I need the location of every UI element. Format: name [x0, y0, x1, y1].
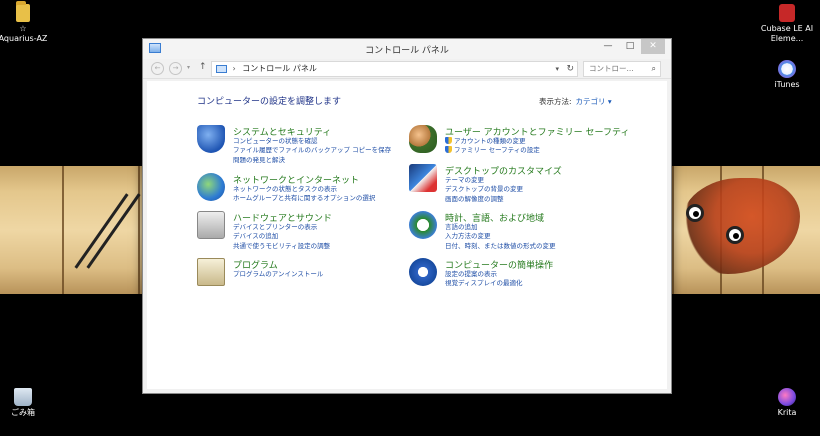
- category-link[interactable]: ネットワークの状態とタスクの表示: [233, 185, 375, 194]
- up-button[interactable]: ↑: [199, 62, 207, 72]
- window-title: コントロール パネル: [365, 46, 449, 56]
- view-by-dropdown[interactable]: カテゴリ ▾: [576, 97, 612, 106]
- close-button[interactable]: ✕: [641, 39, 665, 54]
- control-panel-icon: [216, 64, 227, 73]
- printer-icon[interactable]: [197, 211, 225, 239]
- refresh-icon[interactable]: ↻: [566, 62, 574, 76]
- category-link[interactable]: ファミリー セーフティの設定: [445, 146, 540, 155]
- desktop-icon-cubase[interactable]: Cubase LE AI Eleme...: [752, 4, 820, 44]
- ease-of-access-icon[interactable]: [409, 258, 437, 286]
- desktop-icon-label: iTunes: [774, 80, 800, 89]
- desktop-icon-recycle-bin[interactable]: ごみ箱: [0, 388, 58, 418]
- category-link[interactable]: 共通で使うモビリティ設定の調整: [233, 242, 330, 251]
- search-placeholder: コントロー...: [589, 64, 634, 73]
- desktop-icon-label: Krita: [777, 408, 797, 417]
- appearance-icon[interactable]: [409, 164, 437, 192]
- view-by: 表示方法: カテゴリ ▾: [539, 96, 612, 107]
- uac-shield-icon: [445, 137, 452, 144]
- chevron-down-icon[interactable]: ▾: [555, 62, 559, 76]
- recycle-bin-icon: [14, 388, 32, 406]
- title-bar[interactable]: コントロール パネル — □ ✕: [143, 39, 671, 59]
- desktop-icon-aquarius[interactable]: ☆ Aquarius-AZ: [0, 1, 58, 44]
- search-icon[interactable]: ⌕: [652, 62, 656, 76]
- desktop-icon-itunes[interactable]: iTunes: [752, 60, 820, 90]
- itunes-icon: [778, 60, 796, 78]
- category-link[interactable]: デバイスの追加: [233, 232, 330, 241]
- category-link[interactable]: 言語の追加: [445, 223, 556, 232]
- search-input[interactable]: コントロー... ⌕: [583, 61, 661, 77]
- breadcrumb-separator[interactable]: ›: [233, 64, 236, 73]
- view-by-label: 表示方法:: [539, 97, 572, 106]
- shield-icon[interactable]: [197, 125, 225, 153]
- folder-icon: [16, 1, 30, 22]
- programs-icon[interactable]: [197, 258, 225, 286]
- desktop-icon-label: Aquarius-AZ: [0, 34, 48, 43]
- category-link[interactable]: プログラムのアンインストール: [233, 270, 323, 279]
- recent-locations-dropdown[interactable]: ▾: [187, 64, 190, 71]
- category-link[interactable]: デバイスとプリンターの表示: [233, 223, 330, 232]
- users-icon[interactable]: [409, 125, 437, 153]
- category-link[interactable]: アカウントの種類の変更: [445, 137, 540, 146]
- control-panel-window: コントロール パネル — □ ✕ ← → ▾ ↑ › コントロール パネル ▾ …: [142, 38, 672, 394]
- address-field[interactable]: › コントロール パネル ▾ ↻: [211, 61, 578, 77]
- category-link[interactable]: 問題の発見と解決: [233, 156, 391, 165]
- desktop-icon-label: ごみ箱: [11, 408, 35, 417]
- category-link[interactable]: 画面の解像度の調整: [445, 195, 523, 204]
- category-link[interactable]: 日付、時刻、または数値の形式の変更: [445, 242, 556, 251]
- cubase-icon: [779, 4, 795, 22]
- network-globe-icon[interactable]: [197, 173, 225, 201]
- category-link[interactable]: ホームグループと共有に関するオプションの選択: [233, 194, 375, 203]
- desktop-icon-label: Cubase LE AI Eleme...: [760, 24, 814, 43]
- desktop-icon-krita[interactable]: Krita: [752, 388, 820, 418]
- uac-shield-icon: [445, 146, 452, 154]
- back-button[interactable]: ←: [151, 62, 164, 75]
- breadcrumb[interactable]: コントロール パネル: [242, 64, 317, 73]
- page-title: コンピューターの設定を調整します: [197, 97, 342, 107]
- maximize-button[interactable]: □: [619, 39, 641, 54]
- clock-globe-icon[interactable]: [409, 211, 437, 239]
- category-link[interactable]: コンピューターの状態を確認: [233, 137, 391, 146]
- krita-icon: [778, 388, 796, 406]
- category-link[interactable]: テーマの変更: [445, 176, 523, 185]
- category-link[interactable]: デスクトップの背景の変更: [445, 185, 523, 194]
- category-link[interactable]: 視覚ディスプレイの最適化: [445, 279, 523, 288]
- category-link[interactable]: ファイル履歴でファイルのバックアップ コピーを保存: [233, 146, 391, 155]
- address-bar: ← → ▾ ↑ › コントロール パネル ▾ ↻ コントロー... ⌕: [143, 59, 671, 79]
- category-link[interactable]: 設定の提案の表示: [445, 270, 523, 279]
- category-link[interactable]: 入力方法の変更: [445, 232, 556, 241]
- content-pane: コンピューターの設定を調整します 表示方法: カテゴリ ▾ システムとセキュリティ…: [147, 81, 667, 389]
- forward-button[interactable]: →: [169, 62, 182, 75]
- minimize-button[interactable]: —: [597, 39, 619, 54]
